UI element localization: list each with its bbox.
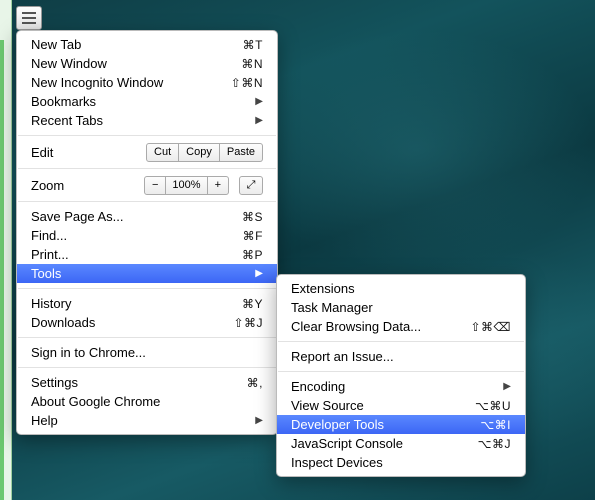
menu-new-tab[interactable]: New Tab ⌘T	[17, 35, 277, 54]
menu-label: JavaScript Console	[291, 436, 478, 451]
submenu-extensions[interactable]: Extensions	[277, 279, 525, 298]
zoom-level: 100%	[166, 176, 206, 195]
menu-label: Bookmarks	[31, 94, 251, 109]
menu-find[interactable]: Find... ⌘F	[17, 226, 277, 245]
menu-zoom-row: Zoom − 100% + ⤢	[17, 174, 277, 196]
menu-new-incognito[interactable]: New Incognito Window ⇧⌘N	[17, 73, 277, 92]
menu-shortcut: ⌘T	[243, 38, 263, 52]
menu-shortcut: ⌥⌘U	[475, 399, 511, 413]
menu-shortcut: ⌘F	[243, 229, 263, 243]
menu-label: History	[31, 296, 242, 311]
menu-label: New Incognito Window	[31, 75, 231, 90]
chrome-main-menu: New Tab ⌘T New Window ⌘N New Incognito W…	[16, 30, 278, 435]
menu-label: New Window	[31, 56, 241, 71]
submenu-report-issue[interactable]: Report an Issue...	[277, 347, 525, 366]
menu-label: Developer Tools	[291, 417, 480, 432]
menu-label: View Source	[291, 398, 475, 413]
menu-label: Tools	[31, 266, 251, 281]
menu-label: Task Manager	[291, 300, 511, 315]
menu-label: Clear Browsing Data...	[291, 319, 470, 334]
menu-separator	[18, 367, 276, 368]
paste-button[interactable]: Paste	[220, 143, 263, 162]
menu-shortcut: ⇧⌘⌫	[470, 320, 511, 334]
fullscreen-button[interactable]: ⤢	[239, 176, 263, 195]
menu-shortcut: ⌘S	[242, 210, 263, 224]
menu-shortcut: ⇧⌘J	[233, 316, 263, 330]
menu-new-window[interactable]: New Window ⌘N	[17, 54, 277, 73]
submenu-task-manager[interactable]: Task Manager	[277, 298, 525, 317]
menu-help[interactable]: Help ▶	[17, 411, 277, 430]
menu-edit-row: Edit Cut Copy Paste	[17, 141, 277, 163]
menu-label: Inspect Devices	[291, 455, 511, 470]
menu-label: New Tab	[31, 37, 243, 52]
browser-edge	[0, 0, 12, 500]
menu-label: Sign in to Chrome...	[31, 345, 263, 360]
menu-shortcut: ⌘Y	[242, 297, 263, 311]
menu-history[interactable]: History ⌘Y	[17, 294, 277, 313]
submenu-clear-data[interactable]: Clear Browsing Data... ⇧⌘⌫	[277, 317, 525, 336]
submenu-arrow-icon: ▶	[255, 415, 263, 426]
menu-separator	[18, 288, 276, 289]
menu-separator	[278, 371, 524, 372]
menu-separator	[18, 168, 276, 169]
menu-print[interactable]: Print... ⌘P	[17, 245, 277, 264]
menu-separator	[278, 341, 524, 342]
menu-label: Edit	[31, 145, 146, 160]
menu-shortcut: ⌘P	[242, 248, 263, 262]
menu-separator	[18, 201, 276, 202]
zoom-button-group: − 100% +	[144, 176, 229, 195]
submenu-encoding[interactable]: Encoding ▶	[277, 377, 525, 396]
menu-label: Downloads	[31, 315, 233, 330]
copy-button[interactable]: Copy	[179, 143, 220, 162]
edit-button-group: Cut Copy Paste	[146, 143, 263, 162]
menu-settings[interactable]: Settings ⌘,	[17, 373, 277, 392]
submenu-inspect-devices[interactable]: Inspect Devices	[277, 453, 525, 472]
menu-sign-in[interactable]: Sign in to Chrome...	[17, 343, 277, 362]
menu-shortcut: ⌥⌘J	[478, 437, 511, 451]
menu-shortcut: ⇧⌘N	[231, 76, 263, 90]
menu-save-page[interactable]: Save Page As... ⌘S	[17, 207, 277, 226]
cut-button[interactable]: Cut	[146, 143, 179, 162]
menu-label: Encoding	[291, 379, 499, 394]
menu-label: Extensions	[291, 281, 511, 296]
submenu-view-source[interactable]: View Source ⌥⌘U	[277, 396, 525, 415]
zoom-out-button[interactable]: −	[144, 176, 166, 195]
menu-downloads[interactable]: Downloads ⇧⌘J	[17, 313, 277, 332]
menu-label: Find...	[31, 228, 243, 243]
menu-label: Help	[31, 413, 251, 428]
submenu-arrow-icon: ▶	[255, 115, 263, 126]
menu-label: Zoom	[31, 178, 144, 193]
submenu-arrow-icon: ▶	[255, 268, 263, 279]
chrome-menu-button[interactable]	[16, 6, 42, 30]
menu-shortcut: ⌥⌘I	[480, 418, 511, 432]
menu-separator	[18, 135, 276, 136]
menu-label: Settings	[31, 375, 247, 390]
menu-label: About Google Chrome	[31, 394, 263, 409]
menu-tools[interactable]: Tools ▶	[17, 264, 277, 283]
menu-label: Save Page As...	[31, 209, 242, 224]
fullscreen-icon: ⤢	[247, 179, 256, 192]
submenu-developer-tools[interactable]: Developer Tools ⌥⌘I	[277, 415, 525, 434]
submenu-js-console[interactable]: JavaScript Console ⌥⌘J	[277, 434, 525, 453]
menu-label: Recent Tabs	[31, 113, 251, 128]
menu-bookmarks[interactable]: Bookmarks ▶	[17, 92, 277, 111]
tools-submenu: Extensions Task Manager Clear Browsing D…	[276, 274, 526, 477]
menu-label: Print...	[31, 247, 242, 262]
menu-label: Report an Issue...	[291, 349, 511, 364]
menu-about[interactable]: About Google Chrome	[17, 392, 277, 411]
menu-recent-tabs[interactable]: Recent Tabs ▶	[17, 111, 277, 130]
menu-shortcut: ⌘N	[241, 57, 263, 71]
menu-separator	[18, 337, 276, 338]
zoom-in-button[interactable]: +	[207, 176, 229, 195]
submenu-arrow-icon: ▶	[503, 381, 511, 392]
submenu-arrow-icon: ▶	[255, 96, 263, 107]
menu-shortcut: ⌘,	[247, 376, 263, 390]
